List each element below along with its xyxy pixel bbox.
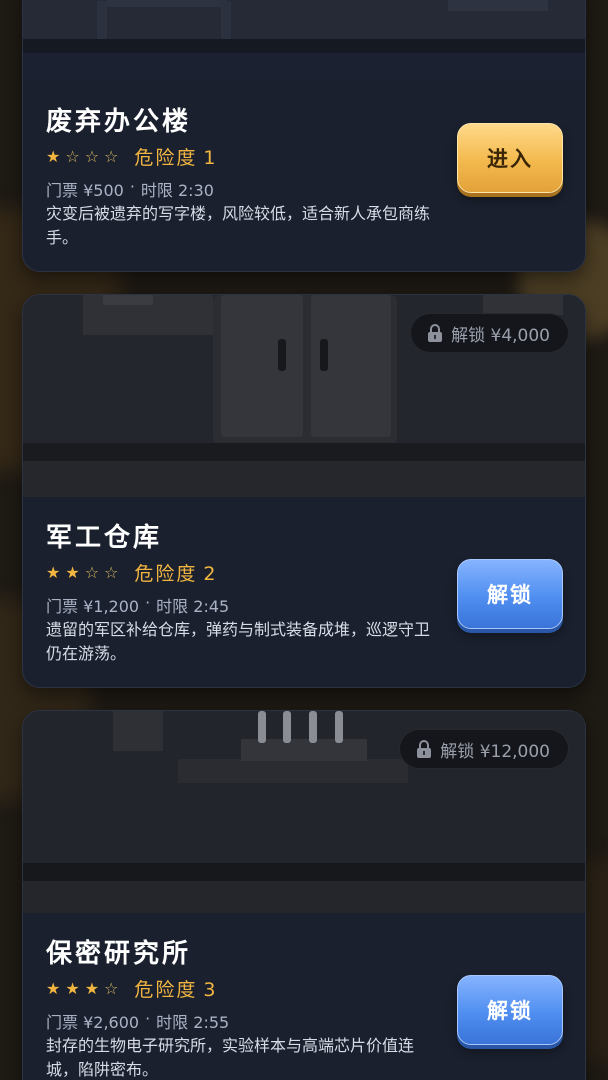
danger-stars: ★ ★ ☆ ☆	[46, 562, 119, 582]
unlock-price-badge: 解锁 ¥12,000	[399, 729, 569, 769]
danger-stars: ★ ☆ ☆ ☆	[46, 146, 119, 166]
unlock-button[interactable]: 解锁	[457, 975, 563, 1045]
venue-scene-lab: 解锁 ¥12,000	[23, 711, 585, 913]
star-filled-icon: ★	[65, 562, 80, 582]
venue-rating: ★ ★ ★ ☆ 危险度 3	[46, 975, 217, 1002]
venue-card-warehouse: 解锁 ¥4,000 军工仓库 ★ ★ ☆ ☆ 危险度 2 门票 ¥1,200 · 时限 …	[22, 294, 586, 688]
lock-icon	[427, 324, 443, 342]
venue-title: 保密研究所	[46, 939, 192, 969]
danger-level: 危险度 3	[134, 979, 218, 1001]
meta-separator: ·	[129, 177, 135, 196]
star-empty-icon: ☆	[104, 146, 119, 166]
venue-card-office: 废弃办公楼 ★ ☆ ☆ ☆ 危险度 1 门票 ¥500 · 时限 2:30 灾变后被遗弃…	[22, 0, 586, 272]
star-filled-icon: ★	[84, 978, 100, 998]
star-filled-icon: ★	[46, 562, 61, 582]
venue-meta: 门票 ¥2,600 · 时限 2:55	[46, 1009, 229, 1033]
ticket-price: 门票 ¥500	[46, 181, 124, 200]
star-empty-icon: ☆	[104, 978, 119, 998]
venue-description: 封存的生物电子研究所，实验样本与高端芯片价值连城，陷阱密布。	[46, 1036, 415, 1079]
ticket-price: 门票 ¥1,200	[46, 597, 140, 616]
danger-level: 危险度 1	[134, 147, 218, 169]
lock-icon	[416, 740, 432, 758]
unlock-price-badge: 解锁 ¥4,000	[410, 313, 569, 353]
unlock-button[interactable]: 解锁	[457, 559, 563, 629]
venue-scene-office	[23, 0, 585, 81]
enter-button[interactable]: 进入	[457, 123, 563, 193]
venue-card-lab: 解锁 ¥12,000 保密研究所 ★ ★ ★ ☆ 危险度 3 门票 ¥2,600 · 时…	[22, 710, 586, 1080]
ticket-price: 门票 ¥2,600	[46, 1013, 140, 1032]
time-limit: 时限 2:55	[156, 1013, 230, 1032]
star-empty-icon: ☆	[104, 562, 119, 582]
venue-meta: 门票 ¥500 · 时限 2:30	[46, 177, 214, 201]
star-empty-icon: ☆	[84, 562, 100, 582]
time-limit: 时限 2:30	[140, 181, 214, 200]
star-empty-icon: ☆	[65, 146, 80, 166]
venue-description: 遗留的军区补给仓库，弹药与制式装备成堆，巡逻守卫仍在游荡。	[46, 620, 431, 663]
star-filled-icon: ★	[46, 146, 61, 166]
star-filled-icon: ★	[65, 978, 80, 998]
star-empty-icon: ☆	[84, 146, 100, 166]
venue-scene-warehouse: 解锁 ¥4,000	[23, 295, 585, 497]
venue-rating: ★ ☆ ☆ ☆ 危险度 1	[46, 143, 217, 170]
venue-rating: ★ ★ ☆ ☆ 危险度 2	[46, 559, 217, 586]
danger-stars: ★ ★ ★ ☆	[46, 978, 119, 998]
venue-description: 灾变后被遗弃的写字楼，风险较低，适合新人承包商练手。	[46, 204, 431, 247]
time-limit: 时限 2:45	[156, 597, 230, 616]
venue-meta: 门票 ¥1,200 · 时限 2:45	[46, 593, 229, 617]
star-filled-icon: ★	[46, 978, 61, 998]
danger-level: 危险度 2	[134, 563, 218, 585]
unlock-price-text: 解锁 ¥4,000	[451, 325, 550, 346]
unlock-price-text: 解锁 ¥12,000	[440, 741, 550, 762]
venue-title: 废弃办公楼	[46, 107, 192, 137]
meta-separator: ·	[145, 1009, 151, 1028]
meta-separator: ·	[145, 593, 151, 612]
venue-title: 军工仓库	[46, 523, 163, 553]
